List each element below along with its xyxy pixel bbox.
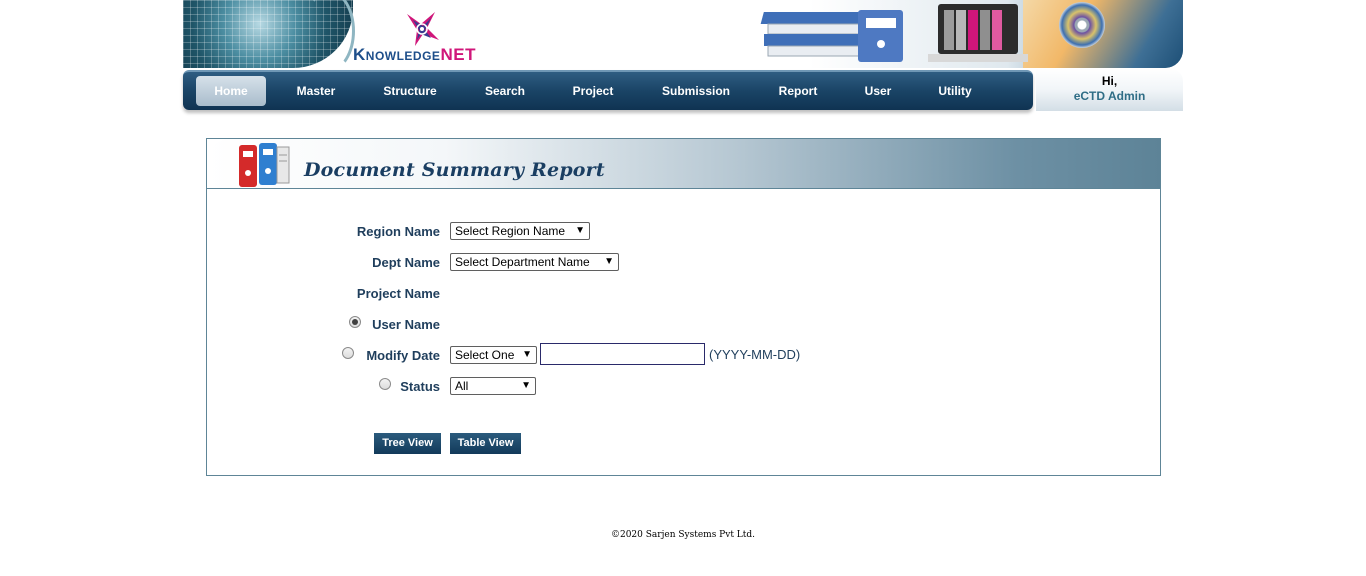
- dept-name-select-value: Select Department Name: [455, 255, 590, 269]
- knowledgenet-logo-icon: [407, 12, 439, 46]
- greeting-hi: Hi,: [1101, 74, 1118, 88]
- status-select-value: All: [455, 379, 469, 393]
- nav-item-user[interactable]: User: [843, 76, 913, 106]
- logo-word-net: NET: [440, 45, 476, 64]
- nav-item-submission[interactable]: Submission: [651, 76, 741, 106]
- nav-item-utility[interactable]: Utility: [920, 76, 990, 106]
- region-name-select[interactable]: Select Region Name ▼: [450, 222, 590, 240]
- chevron-down-icon: ▼: [522, 349, 532, 360]
- chevron-down-icon: ▼: [521, 380, 531, 391]
- tree-view-button[interactable]: Tree View: [374, 433, 441, 454]
- status-label: Status: [400, 379, 440, 394]
- report-panel: Document Summary Report Region Name Sele…: [206, 138, 1161, 476]
- shelf-illustration-icon: [928, 4, 1028, 62]
- modify-date-input[interactable]: [540, 343, 705, 365]
- date-format-hint: (YYYY-MM-DD): [709, 347, 801, 362]
- modify-date-operator-select[interactable]: Select One ▼: [450, 346, 537, 364]
- project-name-label: Project Name: [356, 286, 440, 301]
- report-binders-icon: [239, 143, 290, 187]
- nav-item-home[interactable]: Home: [196, 76, 266, 106]
- modify-date-operator-value: Select One: [455, 348, 515, 362]
- region-name-label: Region Name: [356, 224, 440, 239]
- chevron-down-icon: ▼: [604, 256, 614, 267]
- cd-disc-icon: [1059, 2, 1105, 48]
- footer-copyright: ©2020 Sarjen Systems Pvt Ltd.: [610, 530, 756, 540]
- chevron-down-icon: ▼: [575, 225, 585, 236]
- user-name-radio[interactable]: [349, 316, 361, 328]
- status-radio[interactable]: [379, 378, 391, 390]
- header-banner: KnowledgeNET: [183, 0, 1183, 68]
- modify-date-radio[interactable]: [342, 347, 354, 359]
- nav-item-master[interactable]: Master: [281, 76, 351, 106]
- modify-date-label: Modify Date: [366, 348, 440, 363]
- main-navigation: Home Master Structure Search Project Sub…: [183, 70, 1033, 110]
- nav-item-structure[interactable]: Structure: [370, 76, 450, 106]
- globe-ring-graphic: [303, 0, 355, 68]
- report-panel-header: Document Summary Report: [207, 139, 1160, 189]
- binders-illustration-icon: [760, 10, 903, 62]
- status-select[interactable]: All ▼: [450, 377, 536, 395]
- nav-item-project[interactable]: Project: [558, 76, 628, 106]
- user-greeting: Hi, eCTD Admin: [1036, 69, 1183, 111]
- nav-item-search[interactable]: Search: [470, 76, 540, 106]
- nav-item-report[interactable]: Report: [763, 76, 833, 106]
- page-title: Document Summary Report: [304, 159, 605, 181]
- user-name-label: User Name: [372, 317, 440, 332]
- dept-name-label: Dept Name: [372, 255, 440, 270]
- region-name-select-value: Select Region Name: [455, 224, 566, 238]
- logo-word-knowledge: Knowledge: [353, 45, 441, 64]
- knowledgenet-logo-text: KnowledgeNET: [353, 45, 476, 65]
- dept-name-select[interactable]: Select Department Name ▼: [450, 253, 619, 271]
- greeting-username: eCTD Admin: [1073, 89, 1146, 103]
- table-view-button[interactable]: Table View: [450, 433, 521, 454]
